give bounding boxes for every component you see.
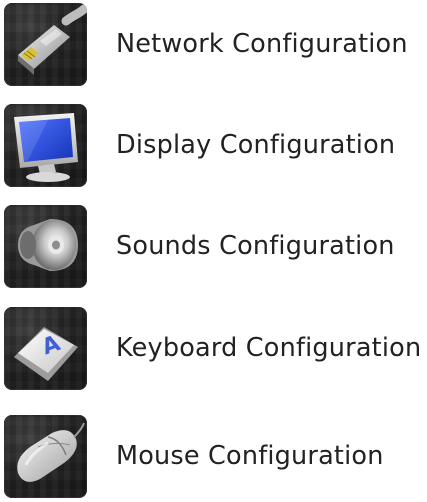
mouse-icon[interactable] — [4, 414, 87, 498]
configuration-menu: Network Configuration Display Configurat… — [0, 0, 427, 502]
network-cable-icon[interactable] — [4, 2, 87, 86]
keyboard-configuration-item[interactable]: A Keyboard Configuration — [4, 305, 421, 391]
mouse-configuration-label: Mouse Configuration — [116, 441, 384, 471]
display-configuration-label: Display Configuration — [116, 130, 396, 160]
speaker-icon[interactable] — [4, 204, 87, 288]
monitor-icon[interactable] — [4, 103, 87, 187]
network-configuration-label: Network Configuration — [116, 29, 408, 59]
display-configuration-item[interactable]: Display Configuration — [4, 102, 414, 188]
keyboard-configuration-label: Keyboard Configuration — [116, 333, 422, 363]
network-configuration-item[interactable]: Network Configuration — [4, 1, 414, 87]
keyboard-key-icon[interactable]: A — [4, 306, 87, 390]
sounds-configuration-item[interactable]: Sounds Configuration — [4, 203, 414, 289]
sounds-configuration-label: Sounds Configuration — [116, 231, 395, 261]
mouse-configuration-item[interactable]: Mouse Configuration — [4, 413, 414, 499]
